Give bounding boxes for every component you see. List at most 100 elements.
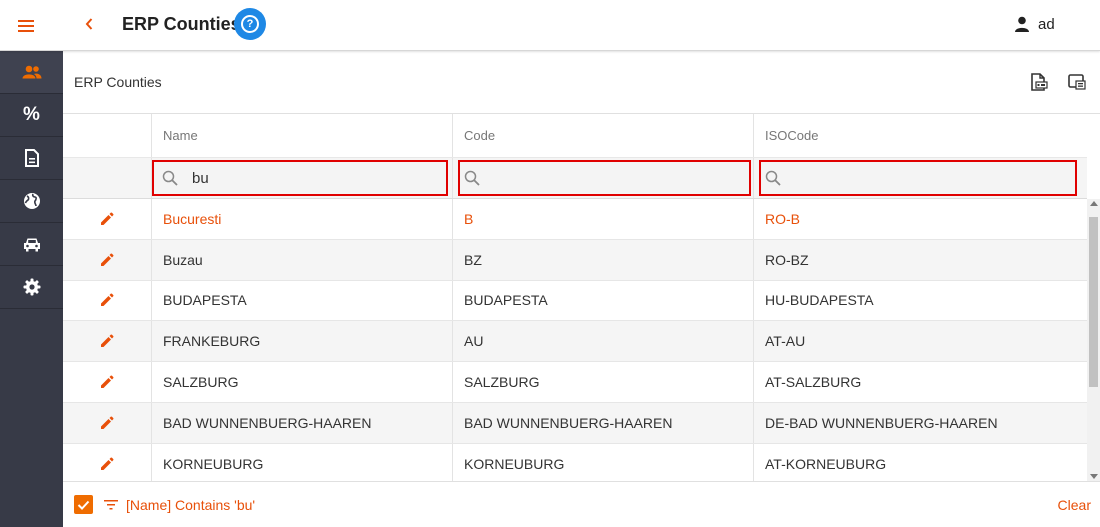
column-chooser-icon <box>1068 74 1086 90</box>
user-icon <box>1015 16 1029 32</box>
row-command-cell <box>63 402 152 443</box>
column-header-label: Name <box>163 128 198 143</box>
pencil-icon <box>101 416 114 429</box>
pencil-icon <box>101 293 114 307</box>
export-button[interactable] <box>1028 71 1050 93</box>
column-chooser-button[interactable] <box>1066 71 1088 93</box>
sidebar-item-discounts[interactable]: % <box>0 94 63 137</box>
cell-code: BZ <box>453 239 754 280</box>
edit-button[interactable] <box>95 288 119 312</box>
name-filter-input[interactable] <box>154 163 446 193</box>
scroll-up-arrow[interactable] <box>1090 201 1098 206</box>
grid-header-row: Name Code ISOCode <box>63 114 1087 158</box>
row-command-cell <box>63 280 152 321</box>
cell-name: Bucuresti <box>152 199 453 239</box>
scrollbar-thumb[interactable] <box>1089 217 1098 387</box>
cell-name: Buzau <box>152 239 453 280</box>
filter-box-name <box>152 160 448 196</box>
scroll-down-arrow[interactable] <box>1090 474 1098 479</box>
edit-button[interactable] <box>95 370 119 394</box>
code-filter-input[interactable] <box>460 163 749 193</box>
export-document-icon <box>1031 73 1048 91</box>
hamburger-menu-button[interactable] <box>0 0 52 51</box>
cell-name: BAD WUNNENBUERG-HAAREN <box>152 402 453 443</box>
table-row[interactable]: Buzau BZ RO-BZ <box>63 239 1087 281</box>
column-header-code[interactable]: Code <box>453 114 754 157</box>
edit-button[interactable] <box>95 207 119 231</box>
cell-code: BAD WUNNENBUERG-HAAREN <box>453 402 754 443</box>
cell-isocode: RO-BZ <box>765 251 809 268</box>
edit-button[interactable] <box>95 329 119 353</box>
sidebar-item-users[interactable] <box>0 51 63 94</box>
grid-rows: Bucuresti B RO-B Buzau BZ RO-BZ BUDAPESTA BUDAP… <box>63 199 1087 482</box>
table-row[interactable]: BAD WUNNENBUERG-HAAREN BAD WUNNENBUERG-HA… <box>63 402 1087 444</box>
column-header-name[interactable]: Name <box>152 114 453 157</box>
chevron-left-icon <box>85 18 93 30</box>
cell-name: FRANKEBURG <box>152 321 453 362</box>
sidebar: % <box>0 51 63 527</box>
cell-code: BUDAPESTA <box>453 280 754 321</box>
user-menu[interactable]: ad <box>1014 12 1055 36</box>
filter-box-code <box>458 160 751 196</box>
cell-code: B <box>453 199 754 239</box>
panel-title: ERP Counties <box>74 74 162 90</box>
table-row[interactable]: BUDAPESTA BUDAPESTA HU-BUDAPESTA <box>63 280 1087 322</box>
top-bar: ERP Counties ? ad <box>0 0 1100 51</box>
column-header-label: Code <box>464 128 496 143</box>
filter-cell-code <box>453 158 754 198</box>
table-row[interactable]: KORNEUBURG KORNEUBURG AT-KORNEUBURG <box>63 443 1087 482</box>
filter-box-isocode <box>759 160 1077 196</box>
checkmark-icon <box>77 500 90 510</box>
filter-row-spacer <box>63 158 152 198</box>
pencil-icon <box>101 457 114 470</box>
cell-code: KORNEUBURG <box>453 443 754 482</box>
row-command-cell <box>63 362 152 402</box>
sidebar-item-documents[interactable] <box>0 137 63 180</box>
users-icon <box>22 65 41 79</box>
help-button[interactable]: ? <box>234 8 266 40</box>
filter-cell-name <box>152 158 453 198</box>
sidebar-item-vehicles[interactable] <box>0 223 63 266</box>
pencil-icon <box>101 212 114 225</box>
edit-button[interactable] <box>95 411 119 435</box>
cell-code: AU <box>453 321 754 362</box>
cell-isocode: AT-KORNEUBURG <box>765 455 887 472</box>
sidebar-item-world[interactable] <box>0 180 63 223</box>
table-row[interactable]: FRANKEBURG AU AT-AU <box>63 321 1087 363</box>
globe-icon <box>23 193 40 209</box>
pencil-icon <box>101 375 114 389</box>
column-header-isocode[interactable]: ISOCode <box>754 114 1087 157</box>
vertical-scrollbar[interactable] <box>1087 199 1100 482</box>
help-icon: ? <box>241 15 259 33</box>
grid-filter-row <box>63 158 1087 199</box>
clear-filter-button[interactable]: Clear <box>1058 497 1091 513</box>
cell-isocode: AT-SALZBURG <box>765 374 862 391</box>
filter-cell-isocode <box>754 158 1087 198</box>
back-button[interactable] <box>78 10 100 38</box>
pencil-icon <box>101 253 114 266</box>
edit-button[interactable] <box>95 248 119 272</box>
filter-icon <box>103 497 119 513</box>
hamburger-icon <box>18 19 34 32</box>
panel-toolbar <box>1028 71 1088 93</box>
table-row[interactable]: SALZBURG SALZBURG AT-SALZBURG <box>63 362 1087 403</box>
filter-enabled-checkbox[interactable] <box>74 495 93 514</box>
car-icon <box>23 238 40 251</box>
edit-button[interactable] <box>95 452 119 476</box>
main-panel: ERP Counties Name Code ISOCode bu Bucure… <box>63 51 1100 527</box>
cell-isocode: AT-AU <box>765 333 806 350</box>
cell-name: SALZBURG <box>152 362 453 402</box>
row-command-cell <box>63 239 152 280</box>
table-row[interactable]: Bucuresti B RO-B <box>63 199 1087 240</box>
data-grid: Name Code ISOCode bu Bucuresti B RO-B Bu… <box>63 113 1100 482</box>
row-command-cell <box>63 321 152 362</box>
percent-icon: % <box>23 104 40 125</box>
row-command-cell <box>63 443 152 482</box>
cell-isocode: HU-BUDAPESTA <box>765 292 874 309</box>
cell-code: SALZBURG <box>453 362 754 402</box>
pencil-icon <box>101 334 114 348</box>
isocode-filter-input[interactable] <box>761 163 1075 193</box>
sidebar-item-settings[interactable] <box>0 266 63 309</box>
document-icon <box>24 149 39 167</box>
filter-expression[interactable]: [Name] Contains 'bu' <box>126 497 255 513</box>
